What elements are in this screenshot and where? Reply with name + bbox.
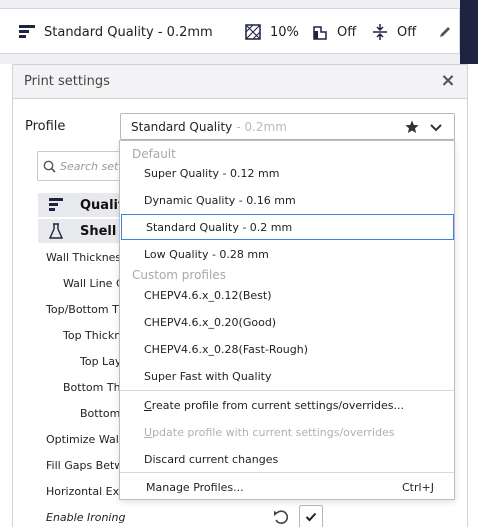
category-quality[interactable]: Qualit: [38, 193, 128, 217]
chevron-down-icon[interactable]: [428, 119, 444, 135]
profile-option-label: Super Quality - 0.12 mm: [144, 166, 280, 180]
panel-title: Print settings: [24, 74, 110, 89]
checkmark-icon: [305, 512, 317, 522]
setting-wall-line-count[interactable]: Wall Line C: [63, 277, 124, 290]
adhesion-value: Off: [397, 24, 417, 40]
profile-option-label: Standard Quality - 0.2 mm: [146, 220, 293, 234]
quality-icon: [49, 198, 63, 211]
update-profile-action: Update profile with current settings/ove…: [120, 419, 454, 445]
manage-profiles-label: Manage Profiles...: [146, 480, 244, 494]
profile-icon: [19, 25, 35, 38]
category-quality-label: Qualit: [80, 197, 125, 213]
dropdown-separator: [120, 472, 454, 473]
profile-dropdown-menu: Default Super Quality - 0.12 mm Dynamic …: [119, 140, 455, 500]
profile-select-layer-height: - 0.2mm: [236, 119, 287, 134]
print-setup-header[interactable]: Standard Quality - 0.2mm 10% Off Off: [0, 8, 460, 54]
support-icon: [313, 26, 327, 40]
setting-horizontal-expansion[interactable]: Horizontal Exp: [46, 485, 126, 498]
edit-pencil-icon[interactable]: [438, 25, 452, 39]
profile-option-super-quality[interactable]: Super Quality - 0.12 mm: [120, 160, 454, 186]
create-profile-label: reate profile from current settings/over…: [151, 398, 405, 412]
profile-option-label: CHEPV4.6.x_0.28(Fast-Rough): [144, 342, 309, 356]
dropdown-custom-header: Custom profiles: [132, 268, 226, 282]
shell-icon: [48, 223, 64, 239]
update-profile-mnemonic: U: [144, 425, 153, 439]
star-icon[interactable]: [404, 119, 420, 135]
profile-option-label: Super Fast with Quality: [144, 369, 272, 383]
profile-option-custom-fast-rough[interactable]: CHEPV4.6.x_0.28(Fast-Rough): [120, 336, 454, 362]
profile-option-custom-good[interactable]: CHEPV4.6.x_0.20(Good): [120, 309, 454, 335]
create-profile-action[interactable]: Create profile from current settings/ove…: [120, 392, 454, 418]
adhesion-summary[interactable]: Off: [371, 9, 416, 55]
search-placeholder: Search setti: [60, 160, 126, 173]
profile-option-custom-best[interactable]: CHEPV4.6.x_0.12(Best): [120, 282, 454, 308]
undo-icon[interactable]: [272, 508, 290, 526]
panel-title-bar: Print settings ×: [13, 65, 467, 99]
setting-fill-gaps[interactable]: Fill Gaps Betw: [46, 459, 123, 472]
profile-select-value: Standard Quality: [131, 119, 233, 134]
profile-summary-label: Standard Quality - 0.2mm: [44, 24, 213, 40]
setting-optimize-wall[interactable]: Optimize Wall: [46, 433, 122, 446]
update-profile-label: pdate profile with current settings/over…: [152, 425, 395, 439]
discard-changes-action[interactable]: Discard current changes: [120, 446, 454, 472]
dropdown-default-header: Default: [132, 147, 176, 161]
close-icon[interactable]: ×: [439, 72, 457, 90]
setting-wall-thickness[interactable]: Wall Thickness: [46, 251, 127, 264]
profile-label: Profile: [25, 119, 66, 134]
infill-value: 10%: [270, 24, 299, 40]
support-value: Off: [337, 24, 357, 40]
infill-icon: [245, 24, 261, 40]
profile-option-standard-quality[interactable]: Standard Quality - 0.2 mm: [121, 214, 454, 240]
create-profile-mnemonic: C: [144, 398, 152, 412]
profile-option-low-quality[interactable]: Low Quality - 0.28 mm: [120, 241, 454, 267]
profile-option-label: CHEPV4.6.x_0.12(Best): [144, 288, 272, 302]
support-summary[interactable]: Off: [311, 9, 356, 55]
setting-bottom-layers[interactable]: Bottom: [80, 407, 120, 420]
window-edge: [460, 0, 478, 64]
manage-profiles-action[interactable]: Manage Profiles... Ctrl+J: [120, 474, 454, 500]
manage-profiles-shortcut: Ctrl+J: [401, 480, 434, 494]
profile-option-dynamic-quality[interactable]: Dynamic Quality - 0.16 mm: [120, 187, 454, 213]
dropdown-separator: [120, 390, 454, 391]
discard-changes-label: Discard current changes: [144, 452, 279, 466]
category-shell[interactable]: Shell: [38, 219, 128, 243]
profile-option-label: CHEPV4.6.x_0.20(Good): [144, 315, 277, 329]
profile-option-super-fast[interactable]: Super Fast with Quality: [120, 363, 454, 389]
enable-ironing-checkbox[interactable]: [299, 505, 323, 527]
profile-select[interactable]: Standard Quality - 0.2mm: [120, 113, 455, 140]
adhesion-icon: [373, 24, 387, 40]
setting-enable-ironing[interactable]: Enable Ironing: [46, 511, 125, 524]
profile-option-label: Low Quality - 0.28 mm: [144, 247, 269, 261]
setting-top-bottom-thickness[interactable]: Top/Bottom Th: [46, 303, 126, 316]
infill-summary[interactable]: 10%: [244, 9, 299, 55]
profile-summary[interactable]: Standard Quality - 0.2mm: [18, 9, 213, 55]
search-icon: [43, 160, 56, 173]
setting-top-layers[interactable]: Top Lay: [80, 355, 121, 368]
setting-top-thickness[interactable]: Top Thickn: [63, 329, 121, 342]
setting-bottom-thickness[interactable]: Bottom Th: [63, 381, 121, 394]
profile-option-label: Dynamic Quality - 0.16 mm: [144, 193, 296, 207]
category-shell-label: Shell: [80, 223, 117, 239]
